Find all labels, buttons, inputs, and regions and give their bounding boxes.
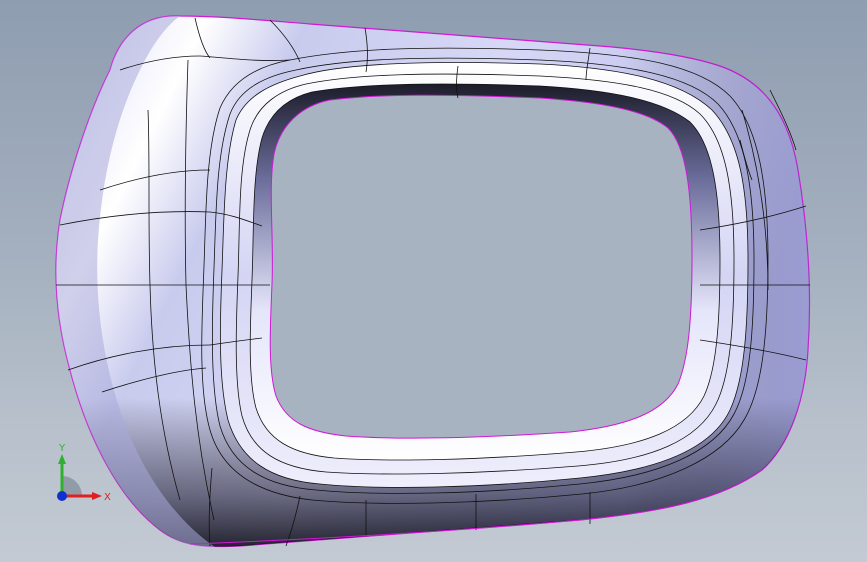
opening-hole <box>270 95 692 439</box>
graphics-viewport[interactable]: Y X <box>0 0 867 562</box>
part-model[interactable] <box>0 0 867 562</box>
z-axis-dot <box>57 491 67 501</box>
y-axis-label: Y <box>58 443 66 454</box>
y-axis-arrowhead <box>58 454 66 464</box>
reference-triad: Y X <box>57 443 111 503</box>
x-axis-label: X <box>104 492 111 503</box>
x-axis-arrowhead <box>92 492 102 500</box>
